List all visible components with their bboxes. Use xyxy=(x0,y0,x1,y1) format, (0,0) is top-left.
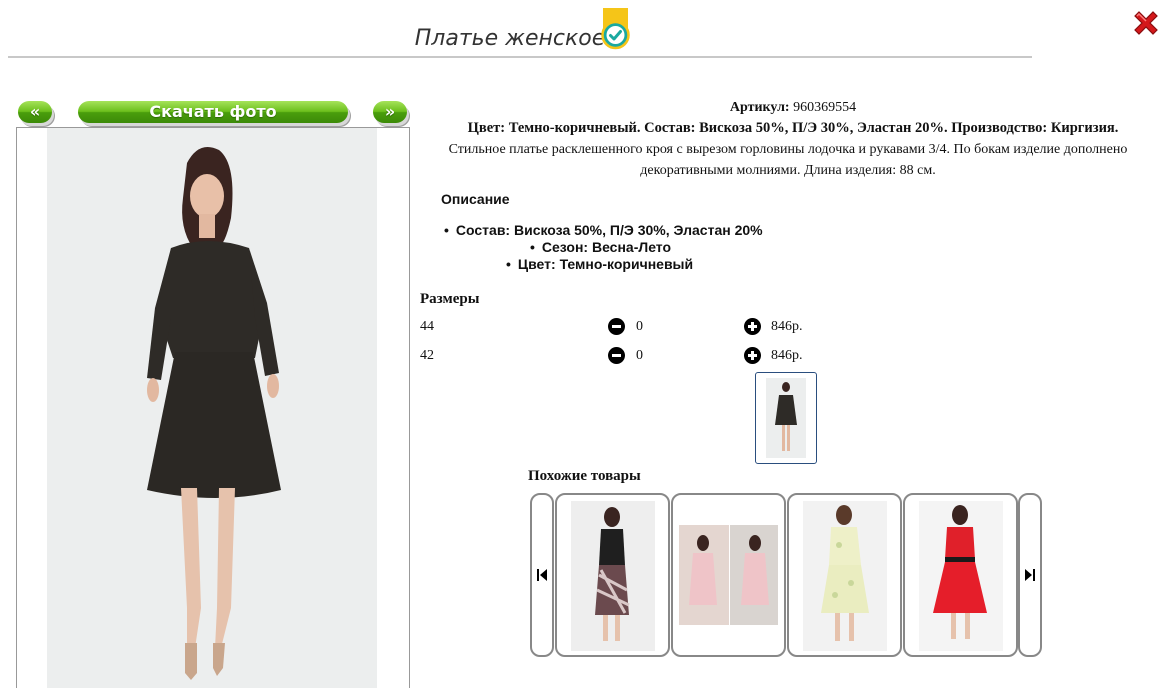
similar-products-heading: Похожие товары xyxy=(528,468,641,484)
sizes-heading: Размеры xyxy=(420,291,480,307)
price-value: 846р. xyxy=(771,348,803,363)
plus-circle-icon[interactable] xyxy=(744,347,761,364)
quantity-value: 0 xyxy=(636,348,643,363)
carousel-prev-button[interactable] xyxy=(530,493,554,657)
main-product-photo xyxy=(16,127,410,688)
size-row: 44 0 846р. xyxy=(420,318,820,343)
quantity-value: 0 xyxy=(636,319,643,334)
header-divider xyxy=(8,56,1032,58)
photo-thumbnail[interactable] xyxy=(755,372,817,464)
download-photo-button[interactable]: Скачать фото xyxy=(78,101,348,123)
description-item-season: Сезон: Весна-Лето xyxy=(530,239,671,255)
similar-product-item[interactable] xyxy=(555,493,670,657)
plus-circle-icon[interactable] xyxy=(744,318,761,335)
article-line: Артикул: 960369554 xyxy=(418,97,1160,118)
minus-circle-icon[interactable] xyxy=(608,347,625,364)
carousel-next-button[interactable] xyxy=(1018,493,1042,657)
composition-line: Цвет: Темно-коричневый. Состав: Вискоза … xyxy=(467,120,1119,136)
next-photo-button[interactable]: » xyxy=(373,101,407,123)
prev-photo-button[interactable]: « xyxy=(18,101,52,123)
size-value: 42 xyxy=(420,348,434,363)
article-label: Артикул: xyxy=(729,100,790,115)
page-title: Платье женское xyxy=(414,26,606,51)
similar-product-item[interactable] xyxy=(787,493,902,657)
size-value: 44 xyxy=(420,319,434,334)
article-number: 960369554 xyxy=(793,100,857,115)
skip-back-icon xyxy=(537,569,547,581)
minus-circle-icon[interactable] xyxy=(608,318,625,335)
similar-product-item[interactable] xyxy=(903,493,1018,657)
size-row: 42 0 846р. xyxy=(420,347,820,372)
description-item-composition: Состав: Вискоза 50%, П/Э 30%, Эластан 20… xyxy=(444,222,763,238)
description-heading: Описание xyxy=(441,191,510,207)
close-icon[interactable] xyxy=(1131,8,1160,38)
price-value: 846р. xyxy=(771,319,803,334)
skip-forward-icon xyxy=(1025,569,1035,581)
similar-product-item[interactable] xyxy=(671,493,786,657)
product-description: Стильное платье расклешенного кроя с выр… xyxy=(448,142,1128,178)
description-item-color: Цвет: Темно-коричневый xyxy=(506,256,693,272)
dress-model-image xyxy=(147,146,281,680)
verified-check-icon xyxy=(601,8,630,50)
